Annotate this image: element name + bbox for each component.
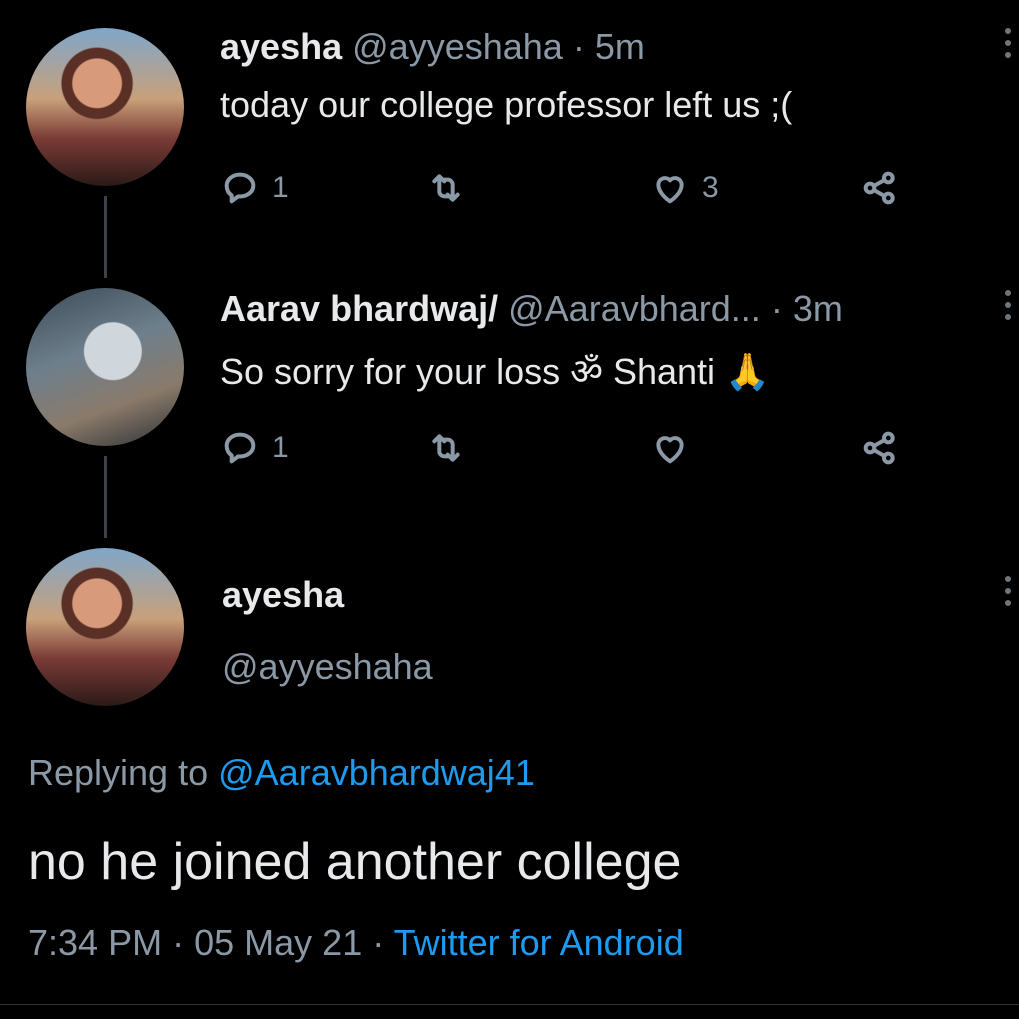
like-count: 3 [702,171,719,204]
author-handle[interactable]: @ayyeshaha [222,646,433,688]
separator: · [172,922,185,963]
author-handle[interactable]: @ayyeshaha [352,26,563,67]
tweet-author-line: Aarav bhardwaj/ @Aaravbhard... · 3m [220,288,843,330]
like-button[interactable] [650,428,690,468]
tweet-time[interactable]: 3m [793,288,843,329]
share-button[interactable] [860,168,900,208]
author-name[interactable]: ayesha [222,574,344,616]
heart-icon [656,436,684,464]
like-button[interactable]: 3 [650,168,719,208]
retweet-button[interactable] [426,428,466,468]
comment-icon [224,432,256,464]
share-icon [863,431,895,465]
share-button[interactable] [860,428,900,468]
tweet-author-line: ayesha @ayyeshaha · 5m [220,26,645,68]
replying-to: Replying to @Aaravbhardwaj41 [28,752,535,794]
tweet-text: today our college professor left us ;( [220,84,793,125]
thread-line [104,456,107,538]
tweet-time[interactable]: 5m [595,26,645,67]
divider [0,1004,1019,1005]
separator: · [372,922,385,963]
more-vertical-icon[interactable] [1005,576,1015,606]
author-name[interactable]: ayesha [220,26,342,67]
reply-count: 1 [272,431,289,464]
share-icon [863,171,895,205]
reply-button[interactable]: 1 [220,428,289,468]
tweet-text: So sorry for your loss ॐ Shanti 🙏 [220,351,770,392]
author-handle[interactable]: @Aaravbhard... [508,288,761,329]
retweet-button[interactable] [426,168,466,208]
tweet-time[interactable]: 7:34 PM [28,922,162,963]
author-name[interactable]: Aarav bhardwaj/ [220,288,498,329]
reply-count: 1 [272,171,289,204]
separator: · [572,26,585,67]
avatar[interactable] [26,548,184,706]
thread-line [104,196,107,278]
separator: · [770,288,783,329]
heart-icon [656,176,684,204]
avatar[interactable] [26,28,184,186]
tweet-text: no he joined another college [28,833,682,891]
tweet-date[interactable]: 05 May 21 [194,922,362,963]
replying-to-link[interactable]: @Aaravbhardwaj41 [218,752,535,793]
retweet-icon [432,434,460,462]
tweet-footer: 7:34 PM · 05 May 21 · Twitter for Androi… [28,922,684,964]
avatar[interactable] [26,288,184,446]
more-vertical-icon[interactable] [1005,290,1015,320]
reply-button[interactable]: 1 [220,168,289,208]
more-vertical-icon[interactable] [1005,28,1015,58]
retweet-icon [432,174,460,202]
replying-prefix: Replying to [28,752,209,793]
tweet-source-link[interactable]: Twitter for Android [394,922,684,963]
comment-icon [224,172,256,204]
